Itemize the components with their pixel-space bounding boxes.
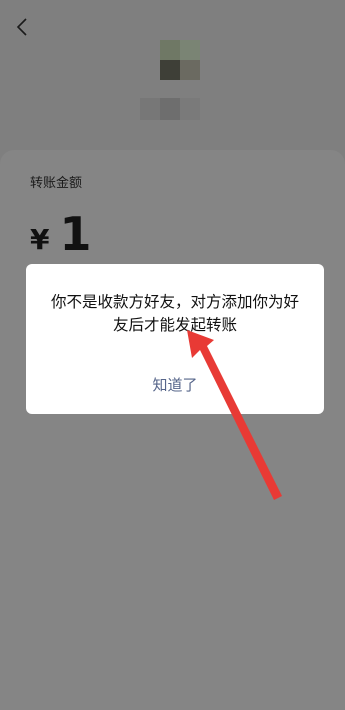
transfer-screen: 转账金额 ¥ 1 你不是收款方好友，对方添加你为好友后才能发起转账 知道了 xyxy=(0,0,345,710)
recipient-name xyxy=(140,98,200,120)
alert-dialog: 你不是收款方好友，对方添加你为好友后才能发起转账 知道了 xyxy=(26,264,324,414)
avatar xyxy=(160,40,200,80)
got-it-button[interactable]: 知道了 xyxy=(26,370,324,400)
currency-symbol: ¥ xyxy=(30,223,50,256)
chevron-left-icon xyxy=(16,18,27,36)
dialog-message: 你不是收款方好友，对方添加你为好友后才能发起转账 xyxy=(50,293,299,334)
amount-value: 1 xyxy=(59,207,92,261)
transfer-amount-label: 转账金额 xyxy=(30,176,83,191)
back-button[interactable] xyxy=(10,14,34,40)
amount-display[interactable]: ¥ 1 xyxy=(30,208,92,260)
